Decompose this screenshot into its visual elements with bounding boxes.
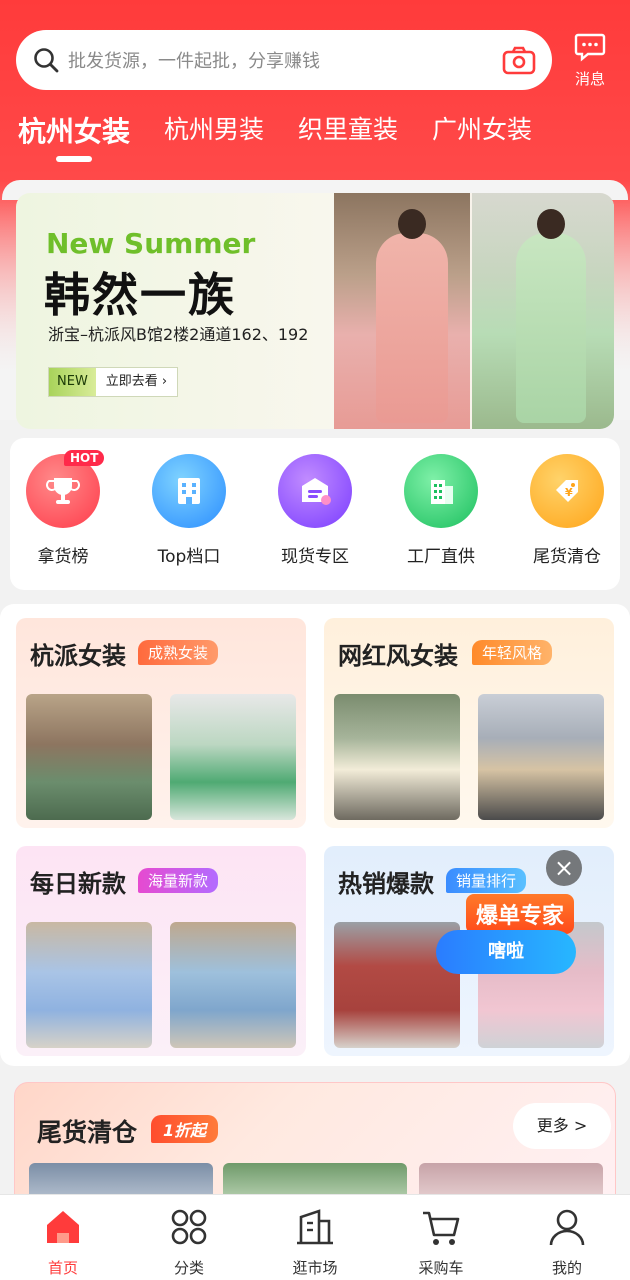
clearance-tag: 1折起 [151,1115,219,1143]
tab-zhili-kids[interactable]: 织里童装 [298,110,398,146]
price-tag-icon: ¥ [530,454,604,528]
entry-label: 工厂直供 [407,547,475,567]
cart-icon [423,1211,460,1245]
entry-hot-list[interactable]: HOT 拿货榜 [8,450,118,567]
building-icon [152,454,226,528]
nav-home[interactable]: 首页 [0,1195,126,1280]
nav-category[interactable]: 分类 [126,1195,252,1280]
nav-profile[interactable]: 我的 [504,1195,630,1280]
chat-icon [574,33,606,62]
entry-in-stock[interactable]: 现货专区 [260,454,370,567]
banner-cta-button[interactable]: NEW 立即去看 › [48,367,179,397]
entry-label: Top档口 [157,547,221,567]
clearance-title: 尾货清仓 [37,1118,138,1147]
more-button[interactable]: 更多 > [513,1103,611,1149]
grid-icon [171,1209,207,1245]
search-row: 批发货源，一件起批，分享赚钱 消息 [16,30,616,92]
tab-guangzhou-women[interactable]: 广州女装 [432,110,532,146]
product-image[interactable] [170,922,296,1048]
nav-market[interactable]: 逛市场 [252,1195,378,1280]
banner-cta-label: 立即去看 › [105,374,168,389]
message-label: 消息 [574,70,605,88]
category-card-influencer[interactable]: 网红风女装 年轻风格 [324,618,614,828]
category-section: 杭派女装 成熟女装 网红风女装 年轻风格 每日新款 海量新款 热销爆款 销量排行 [0,604,630,1066]
product-image[interactable] [334,694,460,820]
bottom-navigation: 首页 分类 逛市场 采购车 我的 [0,1194,630,1280]
floating-ad-title: 爆单专家 [466,894,575,934]
entry-label: 拿货榜 [37,547,89,567]
model-head [537,209,565,239]
nav-label: 采购车 [418,1259,464,1277]
camera-icon[interactable] [502,45,536,75]
close-icon[interactable]: × [546,850,582,886]
box-icon [278,454,352,528]
svg-text:¥: ¥ [565,486,573,499]
market-tabs: 杭州女装 杭州男装 织里童装 广州女装 [18,110,618,170]
nav-cart[interactable]: 采购车 [378,1195,504,1280]
nav-label: 逛市场 [292,1259,338,1277]
model-head [398,209,426,239]
message-button[interactable]: 消息 [568,32,612,89]
banner-address: 浙宝–杭派风B馆2楼2通道162、192 [48,325,309,344]
tab-hangzhou-men[interactable]: 杭州男装 [164,110,264,146]
category-tag: 年轻风格 [472,640,553,665]
category-title: 杭派女装 [30,642,126,670]
factory-icon [404,454,478,528]
category-card-hangpai[interactable]: 杭派女装 成熟女装 [16,618,306,828]
category-tag: 成熟女装 [138,640,219,665]
model-figure [516,233,586,423]
clearance-section: 尾货清仓 1折起 更多 > [14,1082,616,1213]
market-icon [297,1209,333,1245]
entry-factory-direct[interactable]: 工厂直供 [386,454,496,567]
new-badge: NEW [49,368,96,396]
entry-clearance[interactable]: ¥ 尾货清仓 [512,454,622,567]
entry-label: 现货专区 [281,547,349,567]
nav-label: 首页 [47,1259,78,1277]
product-image[interactable] [26,694,152,820]
tab-hangzhou-women[interactable]: 杭州女装 [18,110,130,162]
user-icon [549,1209,585,1246]
category-tag: 海量新款 [138,868,219,893]
search-icon [32,46,60,74]
promo-banner[interactable]: New Summer 韩然一族 浙宝–杭派风B馆2楼2通道162、192 NEW… [16,193,614,429]
floating-ad[interactable]: 爆单专家 嗐啦 [436,890,582,980]
entry-label: 尾货清仓 [533,547,601,567]
model-figure [376,233,448,423]
category-title: 热销爆款 [338,870,434,898]
category-title: 每日新款 [30,870,126,898]
floating-ad-button[interactable]: 嗐啦 [436,930,576,974]
product-image[interactable] [170,694,296,820]
hot-badge: HOT [64,450,105,466]
category-card-daily-new[interactable]: 每日新款 海量新款 [16,846,306,1056]
trophy-icon: HOT [26,450,105,528]
entry-top-stalls[interactable]: Top档口 [134,454,244,567]
product-image[interactable] [478,694,604,820]
banner-subtitle: New Summer [46,227,256,260]
product-image[interactable] [26,922,152,1048]
search-placeholder: 批发货源，一件起批，分享赚钱 [68,51,320,72]
nav-label: 我的 [551,1259,582,1277]
nav-label: 分类 [173,1259,204,1277]
banner-title: 韩然一族 [44,268,236,322]
search-input[interactable]: 批发货源，一件起批，分享赚钱 [16,30,552,90]
quick-entry-card: HOT 拿货榜 Top档口 现货专区 工厂直供 ¥ 尾货清仓 [10,438,620,590]
category-title: 网红风女装 [338,642,458,670]
home-icon [47,1211,79,1243]
